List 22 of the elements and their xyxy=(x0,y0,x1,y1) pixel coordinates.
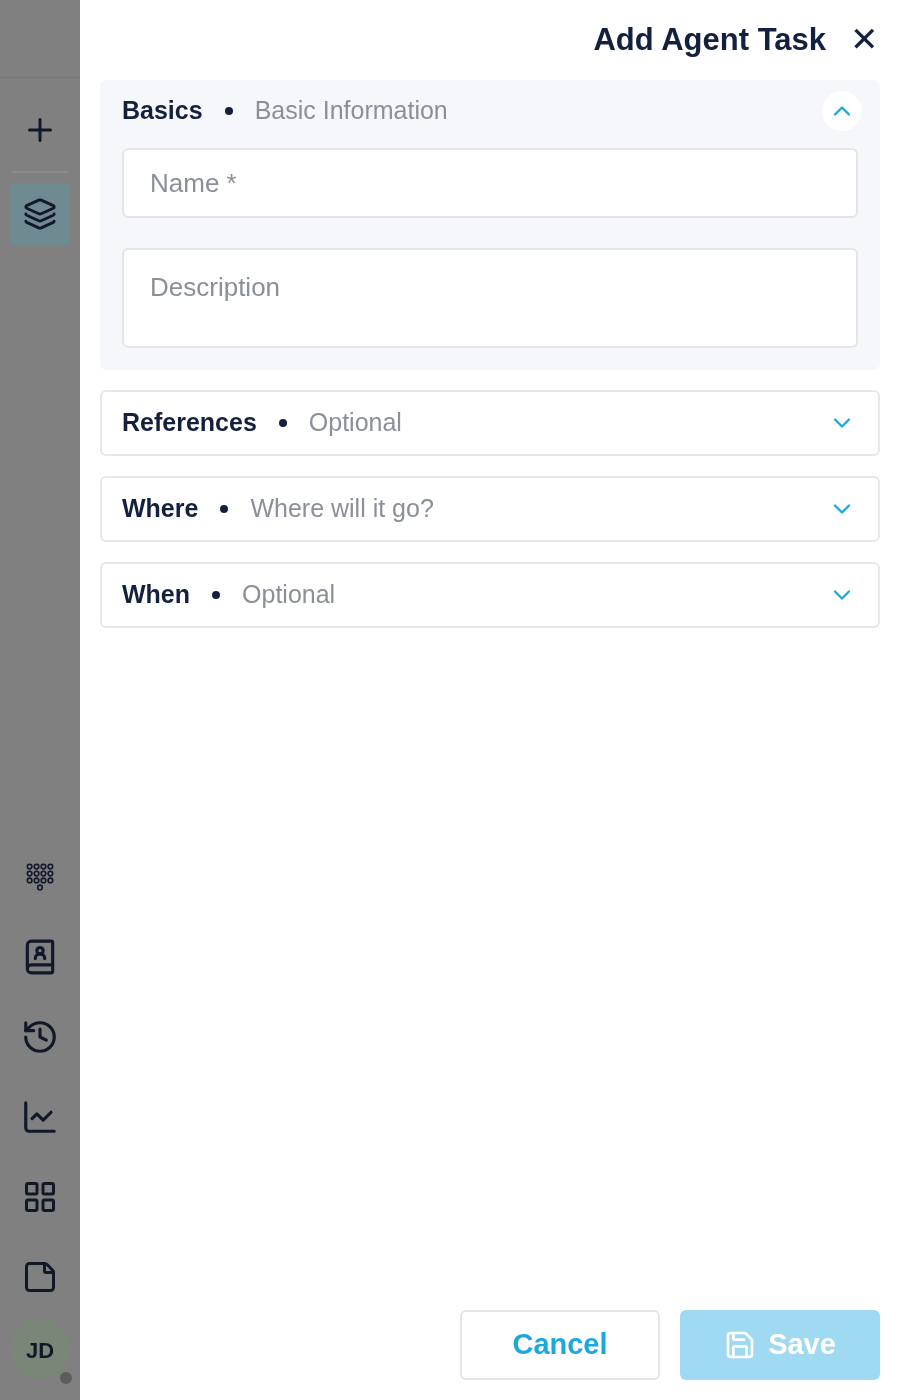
name-field[interactable]: Name * xyxy=(122,148,858,218)
section-subtitle: Optional xyxy=(242,579,336,611)
section-subtitle: Basic Information xyxy=(254,95,448,127)
toggle-button[interactable] xyxy=(822,91,862,131)
close-button[interactable]: ✕ xyxy=(850,22,878,58)
user-avatar[interactable]: JD xyxy=(10,1320,70,1380)
sidebar-item[interactable] xyxy=(10,183,70,245)
grid-icon xyxy=(22,1179,58,1215)
dialpad-icon xyxy=(25,862,55,892)
note-icon xyxy=(22,1259,58,1295)
description-field[interactable]: Description xyxy=(122,248,858,348)
panel-title: Add Agent Task xyxy=(593,20,826,59)
history-icon xyxy=(21,1018,59,1056)
section-title: When xyxy=(122,579,191,611)
section-subtitle: Where will it go? xyxy=(250,493,434,525)
section-title: References xyxy=(122,407,257,439)
cancel-button[interactable]: Cancel xyxy=(460,1310,660,1380)
layers-icon xyxy=(23,197,57,231)
section-title: Where xyxy=(122,493,199,525)
section-subtitle: Optional xyxy=(308,407,402,439)
line-chart-icon xyxy=(21,1098,59,1136)
section-title: Basics xyxy=(122,95,203,127)
